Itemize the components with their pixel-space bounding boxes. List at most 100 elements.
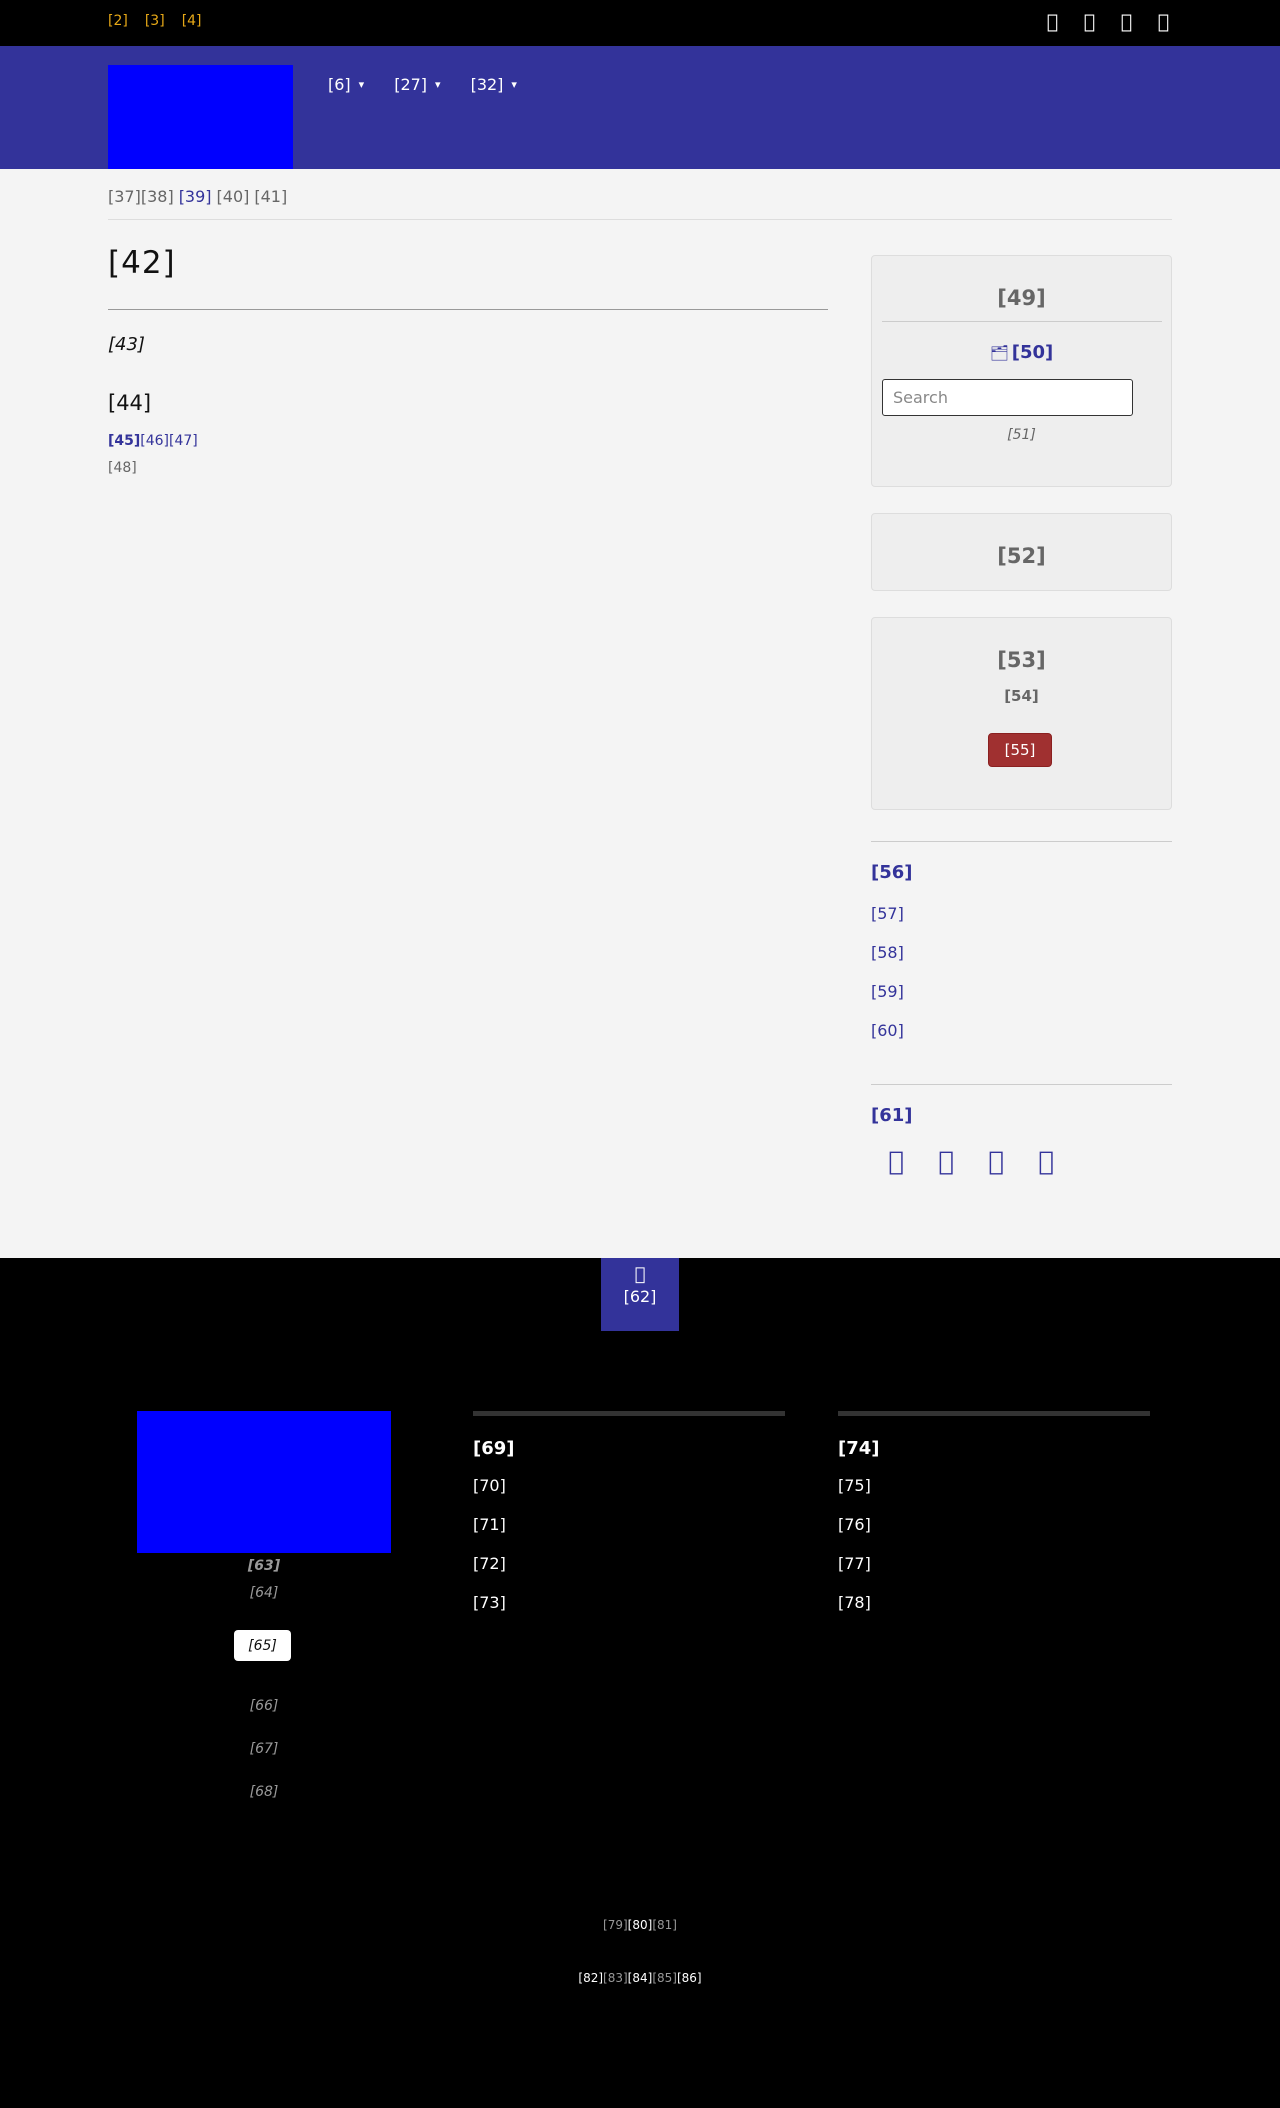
widget-title: [53] [997,648,1046,672]
breadcrumb-item: [41] [254,187,288,206]
footer-bottom-links: [79] [80] [81] [0,1918,1280,1932]
footer-bottom-link[interactable]: [79] [603,1918,628,1932]
top-link[interactable]: [4] [182,13,202,29]
footer-bottom-link[interactable]: [80] [628,1918,653,1932]
top-link[interactable]: [2] [108,13,128,29]
widget-button[interactable]: [55] [988,733,1052,767]
main-content: [37] [38] [39] [40] [41] [42] [43] [44] … [0,169,1280,1258]
nav-item-label: [32] [470,75,504,94]
search-input[interactable]: Search [882,379,1133,416]
footer-bottom-link[interactable]: [84] [628,1971,653,1985]
footer-bottom-link[interactable]: [81] [652,1918,677,1932]
divider [108,219,1172,220]
footer-bottom-link[interactable]: [83] [603,1971,628,1985]
footer-column: [74] [75] [76] [77] [78] [838,1411,1150,1622]
top-bar: [2] [3] [4]     [0,0,1280,46]
divider [882,321,1162,322]
footer-link[interactable]: [67] [137,1741,391,1757]
tag-link[interactable]: [45] [108,433,140,449]
footer-column: [69] [70] [71] [72] [73] [473,1411,785,1622]
sidebar-section-title: [61] [871,1105,913,1126]
breadcrumb-item[interactable]: [37] [108,187,141,206]
footer-link[interactable]: [71] [473,1505,785,1544]
divider [473,1411,785,1416]
widget-subtitle: [54] [1004,687,1039,705]
footer-link-list: [75] [76] [77] [78] [838,1466,1150,1622]
twitter-icon[interactable]:  [1081,11,1098,33]
footer-link-list: [70] [71] [72] [73] [473,1466,785,1622]
footer-button[interactable]: [65] [234,1630,291,1661]
rss-icon[interactable]:  [1021,1147,1071,1177]
back-to-top-label: [62] [601,1287,679,1306]
nav-item[interactable]: [6] ▾ [328,75,364,94]
footer-link[interactable]: [78] [838,1583,1150,1622]
search-widget: [49] 🗂 [50] Search [51] [871,255,1172,487]
breadcrumb-item[interactable]: [39] [179,187,212,206]
tag-link[interactable]: [47] [169,433,198,449]
widget-title: [49] [997,286,1046,310]
youtube-icon[interactable]:  [1118,11,1135,33]
back-to-top-button[interactable]:  [62] [601,1258,679,1331]
nav-item-label: [6] [328,75,351,94]
rss-icon[interactable]:  [1155,11,1172,33]
page-subtitle: [43] [108,334,145,355]
youtube-icon[interactable]:  [971,1147,1021,1177]
footer-link[interactable]: [70] [473,1466,785,1505]
widget-note: [51] [1007,427,1036,443]
divider [871,1084,1172,1085]
footer-link[interactable]: [68] [137,1784,391,1800]
site-logo[interactable] [108,65,293,169]
arrow-up-icon:  [601,1264,679,1285]
divider [838,1411,1150,1416]
chevron-down-icon: ▾ [358,78,365,91]
facebook-icon[interactable]:  [871,1147,921,1177]
twitter-icon[interactable]:  [921,1147,971,1177]
top-link[interactable]: [3] [145,13,165,29]
sidebar-section-title: [56] [871,862,913,883]
footer-link[interactable]: [77] [838,1544,1150,1583]
sidebar-link[interactable]: [60] [871,1021,904,1040]
footer-link[interactable]: [66] [137,1698,391,1714]
tag-link[interactable]: [46] [140,433,169,449]
footer-subtext: [64] [249,1585,279,1601]
footer-column-title: [69] [473,1438,515,1459]
breadcrumb-item[interactable]: [38] [141,187,174,206]
footer-link[interactable]: [75] [838,1466,1150,1505]
chevron-down-icon: ▾ [511,78,517,91]
sidebar-link[interactable]: [58] [871,943,904,962]
sidebar-widget: [52] [871,513,1172,591]
tag-list: [45] [46] [47] [108,433,198,449]
footer-bottom-link[interactable]: [85] [652,1971,677,1985]
footer-copyright-links: [82] [83] [84] [85] [86] [0,1971,1280,1985]
breadcrumb-item[interactable]: [40] [217,187,250,206]
widget-link[interactable]: 🗂 [50] [872,342,1171,363]
chevron-down-icon: ▾ [435,78,441,91]
sidebar-widget: [53] [54] [55] [871,617,1172,810]
footer-bottom-link[interactable]: [82] [578,1971,603,1985]
facebook-icon[interactable]:  [1044,11,1061,33]
footer-link[interactable]: [72] [473,1544,785,1583]
footer-link[interactable]: [76] [838,1505,1150,1544]
sidebar-link[interactable]: [57] [871,904,904,923]
page-title: [42] [108,245,176,281]
site-header: [6] ▾ [27] ▾ [32] ▾ [0,46,1280,169]
divider [871,841,1172,842]
nav-item[interactable]: [32] ▾ [471,75,517,94]
footer-logo[interactable] [137,1411,391,1553]
footer-tagline: [63] [247,1558,281,1574]
divider [108,309,828,310]
nav-item-label: [27] [394,75,428,94]
widget-link-label: [50] [1011,342,1054,363]
footer-bottom-link[interactable]: [86] [677,1971,702,1985]
breadcrumb: [37] [38] [39] [40] [41] [108,187,287,206]
post-meta: [48] [108,460,137,476]
widget-title: [52] [997,544,1046,568]
sidebar-link[interactable]: [59] [871,982,904,1001]
social-icons:     [871,1147,1071,1177]
top-links: [2] [3] [4] [108,13,202,29]
footer-link[interactable]: [73] [473,1583,785,1622]
nav-item[interactable]: [27] ▾ [394,75,440,94]
main-nav: [6] ▾ [27] ▾ [32] ▾ [328,75,517,94]
grid-icon: 🗂 [989,344,1009,362]
top-social-icons:     [1044,11,1172,33]
